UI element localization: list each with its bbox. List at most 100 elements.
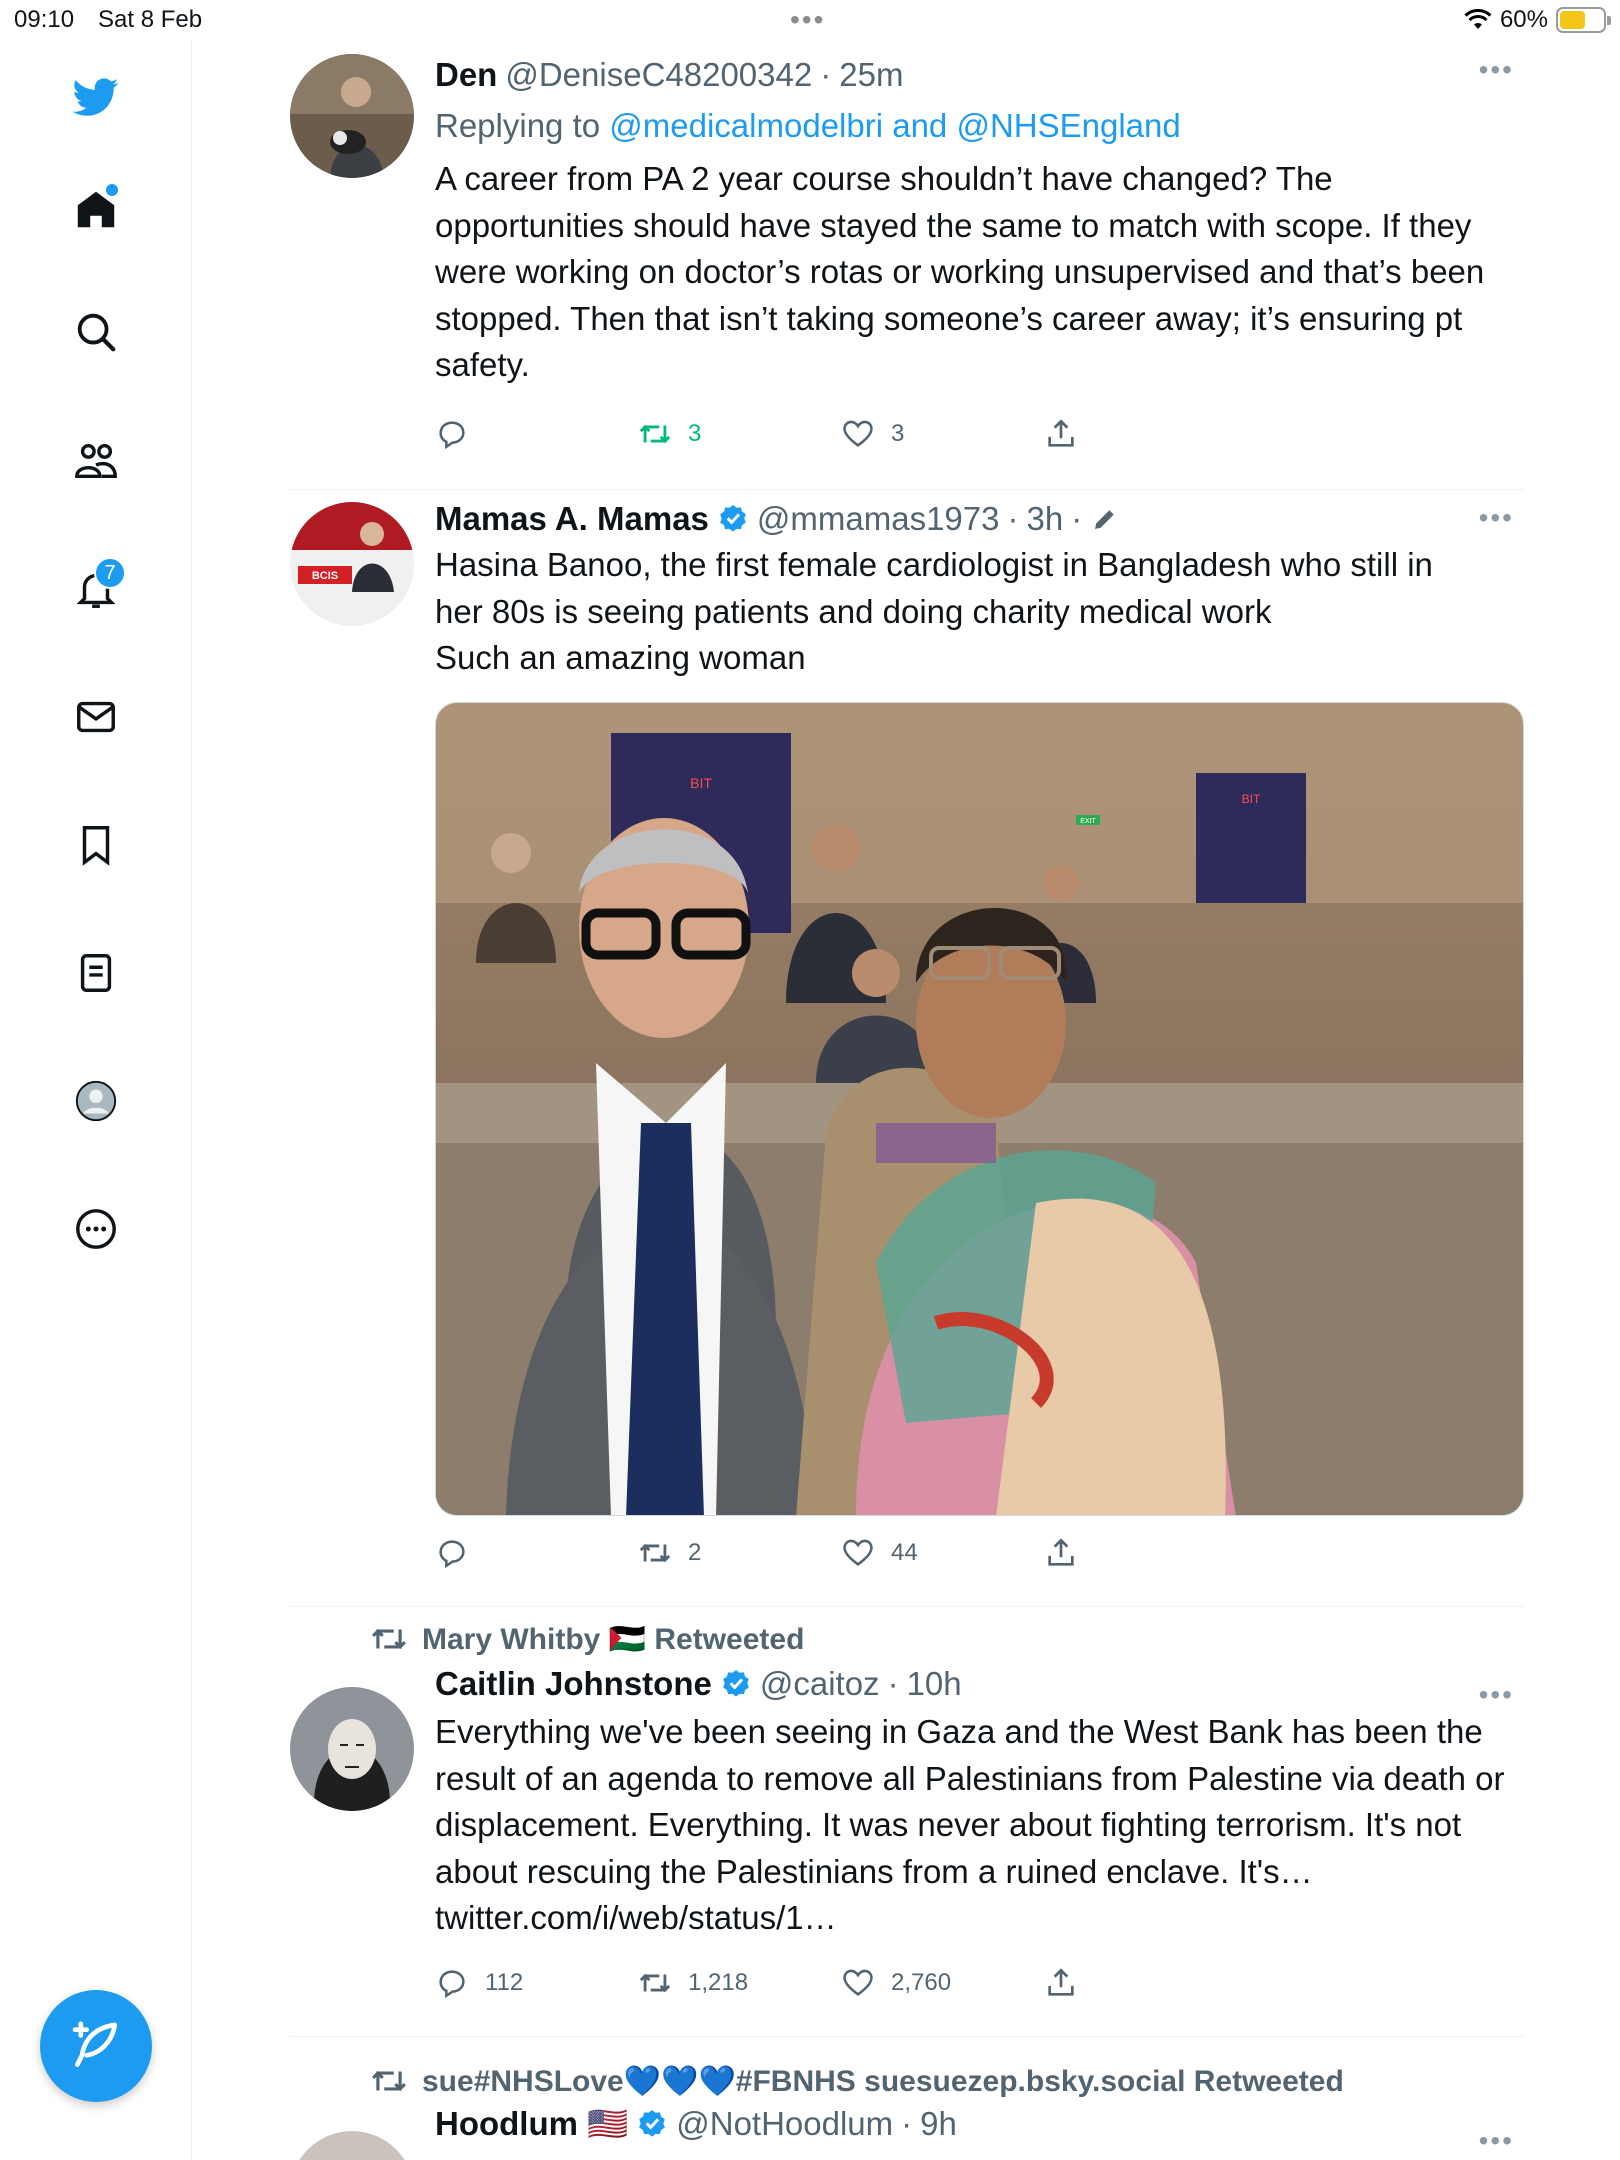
home-unread-dot bbox=[106, 184, 118, 196]
communities-icon[interactable] bbox=[64, 429, 128, 493]
status-time: 09:10 bbox=[14, 6, 75, 33]
retweeted-by-text[interactable]: sue#NHSLove💙💙💙#FBNHS suesuezep.bsky.soci… bbox=[422, 2064, 1344, 2099]
photo-banner-text-1: BIT bbox=[690, 775, 712, 791]
notifications-icon[interactable]: 7 bbox=[64, 557, 128, 621]
author-handle[interactable]: @caitoz bbox=[760, 1665, 880, 1703]
compose-button[interactable] bbox=[40, 1990, 152, 2102]
like-count: 3 bbox=[891, 419, 905, 447]
separator: · bbox=[1071, 500, 1083, 537]
separator: · bbox=[1007, 500, 1019, 537]
timeline: Den @DeniseC48200342 · 25m ••• Replying … bbox=[290, 40, 1524, 2160]
tweet-more-icon[interactable]: ••• bbox=[1479, 54, 1514, 86]
tweet-time[interactable]: 25m bbox=[839, 56, 903, 94]
replying-to-handles[interactable]: @medicalmodelbri and @NHSEngland bbox=[609, 107, 1180, 144]
author-name[interactable]: Caitlin Johnstone bbox=[435, 1665, 712, 1703]
retweeted-by-text[interactable]: Mary Whitby 🇵🇸 Retweeted bbox=[422, 1622, 804, 1657]
tweet-photo[interactable]: BIT BIT EXIT bbox=[435, 701, 1524, 1516]
like-count: 44 bbox=[891, 1538, 918, 1566]
reply-icon bbox=[439, 1969, 465, 1998]
avatar[interactable] bbox=[290, 54, 414, 178]
lists-icon[interactable] bbox=[64, 941, 128, 1005]
tweet-header: Mamas A. Mamas @mmamas1973 · 3h · bbox=[435, 494, 1524, 544]
author-name[interactable]: Den bbox=[435, 56, 497, 94]
tweet-actions: 3 3 bbox=[435, 403, 1524, 465]
tweet-header: Den @DeniseC48200342 · 25m bbox=[435, 50, 1524, 100]
tweet-text: Everything we've been seeing in Gaza and… bbox=[435, 1713, 1505, 1890]
status-date: Sat 8 Feb bbox=[98, 6, 203, 33]
profile-icon[interactable] bbox=[64, 1069, 128, 1133]
tweet[interactable]: Den @DeniseC48200342 · 25m ••• Replying … bbox=[290, 40, 1524, 490]
retweet-icon bbox=[639, 1543, 671, 1562]
bookmarks-icon[interactable] bbox=[64, 813, 128, 877]
photo-banner-text-2: BIT bbox=[1242, 792, 1261, 806]
tweet-more-icon[interactable]: ••• bbox=[1479, 502, 1514, 534]
tweet-text-line: Such an amazing woman bbox=[435, 639, 806, 676]
share-button[interactable] bbox=[1044, 1966, 1247, 2000]
share-button[interactable] bbox=[1044, 1536, 1247, 1570]
separator: · bbox=[820, 56, 832, 93]
retweeted-by: sue#NHSLove💙💙💙#FBNHS suesuezep.bsky.soci… bbox=[370, 2049, 1524, 2099]
replying-to: Replying to @medicalmodelbri and @NHSEng… bbox=[435, 100, 1524, 152]
messages-icon[interactable] bbox=[64, 685, 128, 749]
like-button[interactable]: 2,760 bbox=[841, 1966, 1044, 2000]
tweet-actions: 112 1,218 2,760 bbox=[435, 1952, 1524, 2014]
edited-pencil-icon[interactable] bbox=[1090, 504, 1120, 534]
author-name[interactable]: Hoodlum 🇺🇸 bbox=[435, 2105, 628, 2144]
tweet-link[interactable]: twitter.com/i/web/status/1… bbox=[435, 1895, 1524, 1942]
reply-button[interactable] bbox=[435, 417, 638, 451]
tweet-time[interactable]: 9h bbox=[920, 2105, 957, 2143]
avatar[interactable]: BCIS bbox=[290, 502, 414, 626]
wifi-icon bbox=[1464, 9, 1492, 29]
verified-badge-icon bbox=[723, 1670, 749, 1697]
tweet[interactable]: Mary Whitby 🇵🇸 Retweeted Caitlin Johnsto… bbox=[290, 1609, 1524, 2049]
retweet-button[interactable]: 2 bbox=[638, 1536, 841, 1570]
retweet-icon bbox=[639, 1973, 671, 1992]
twitter-logo-icon[interactable] bbox=[64, 65, 128, 129]
tweet[interactable]: BCIS Mamas A. Mamas @mmamas1973 · 3h · •… bbox=[290, 472, 1524, 1609]
more-icon[interactable] bbox=[64, 1197, 128, 1261]
tweet-text: Hasina Banoo, the first female cardiolog… bbox=[435, 542, 1524, 682]
multitasking-dots-icon[interactable]: ••• bbox=[790, 4, 825, 36]
heart-icon bbox=[843, 1539, 873, 1566]
tweet-text: A career from PA 2 year course shouldn’t… bbox=[435, 160, 1485, 383]
retweeted-by: Mary Whitby 🇵🇸 Retweeted bbox=[370, 1609, 1524, 1659]
share-icon bbox=[1048, 418, 1074, 447]
tweet-divider bbox=[290, 1605, 1524, 1607]
reply-button[interactable] bbox=[435, 1536, 638, 1570]
verified-badge-icon bbox=[720, 505, 746, 532]
retweet-button[interactable]: 3 bbox=[638, 417, 841, 451]
reply-button[interactable]: 112 bbox=[435, 1966, 638, 2000]
tweet[interactable]: sue#NHSLove💙💙💙#FBNHS suesuezep.bsky.soci… bbox=[290, 2049, 1524, 2160]
retweet-button[interactable]: 1,218 bbox=[638, 1966, 841, 2000]
retweet-count: 1,218 bbox=[688, 1968, 749, 1996]
avatar[interactable] bbox=[290, 2131, 414, 2160]
like-button[interactable]: 44 bbox=[841, 1536, 1044, 1570]
retweet-icon bbox=[639, 424, 671, 443]
battery-icon bbox=[1556, 7, 1611, 33]
tweet-time[interactable]: 10h bbox=[907, 1665, 962, 1703]
reply-count: 112 bbox=[485, 1968, 524, 1996]
like-count: 2,760 bbox=[891, 1968, 952, 1996]
sidebar: 7 bbox=[0, 40, 192, 2160]
author-name[interactable]: Mamas A. Mamas bbox=[435, 500, 709, 538]
tweet-time[interactable]: 3h bbox=[1027, 500, 1064, 538]
share-button[interactable] bbox=[1044, 417, 1247, 451]
heart-icon bbox=[843, 420, 873, 447]
like-button[interactable]: 3 bbox=[841, 417, 1044, 451]
tweet-text-line: her 80s is seeing patients and doing cha… bbox=[435, 592, 1272, 630]
avatar[interactable] bbox=[290, 1687, 414, 1811]
status-right: 60% bbox=[1464, 6, 1611, 34]
author-handle[interactable]: @DeniseC48200342 bbox=[505, 56, 812, 94]
home-icon[interactable] bbox=[64, 178, 128, 242]
share-icon bbox=[1048, 1967, 1074, 1996]
reply-icon bbox=[439, 1539, 465, 1568]
avatar-logo-text: BCIS bbox=[312, 570, 338, 582]
tweet-more-icon[interactable]: ••• bbox=[1479, 2125, 1514, 2157]
explore-icon[interactable] bbox=[64, 300, 128, 364]
heart-icon bbox=[843, 1969, 873, 1996]
tweet-more-icon[interactable]: ••• bbox=[1479, 1679, 1514, 1711]
tweet-header: Hoodlum 🇺🇸 @NotHoodlum · 9h bbox=[435, 2099, 1524, 2149]
author-handle[interactable]: @mmamas1973 bbox=[757, 500, 1000, 538]
share-icon bbox=[1048, 1537, 1074, 1566]
author-handle[interactable]: @NotHoodlum bbox=[676, 2105, 893, 2143]
